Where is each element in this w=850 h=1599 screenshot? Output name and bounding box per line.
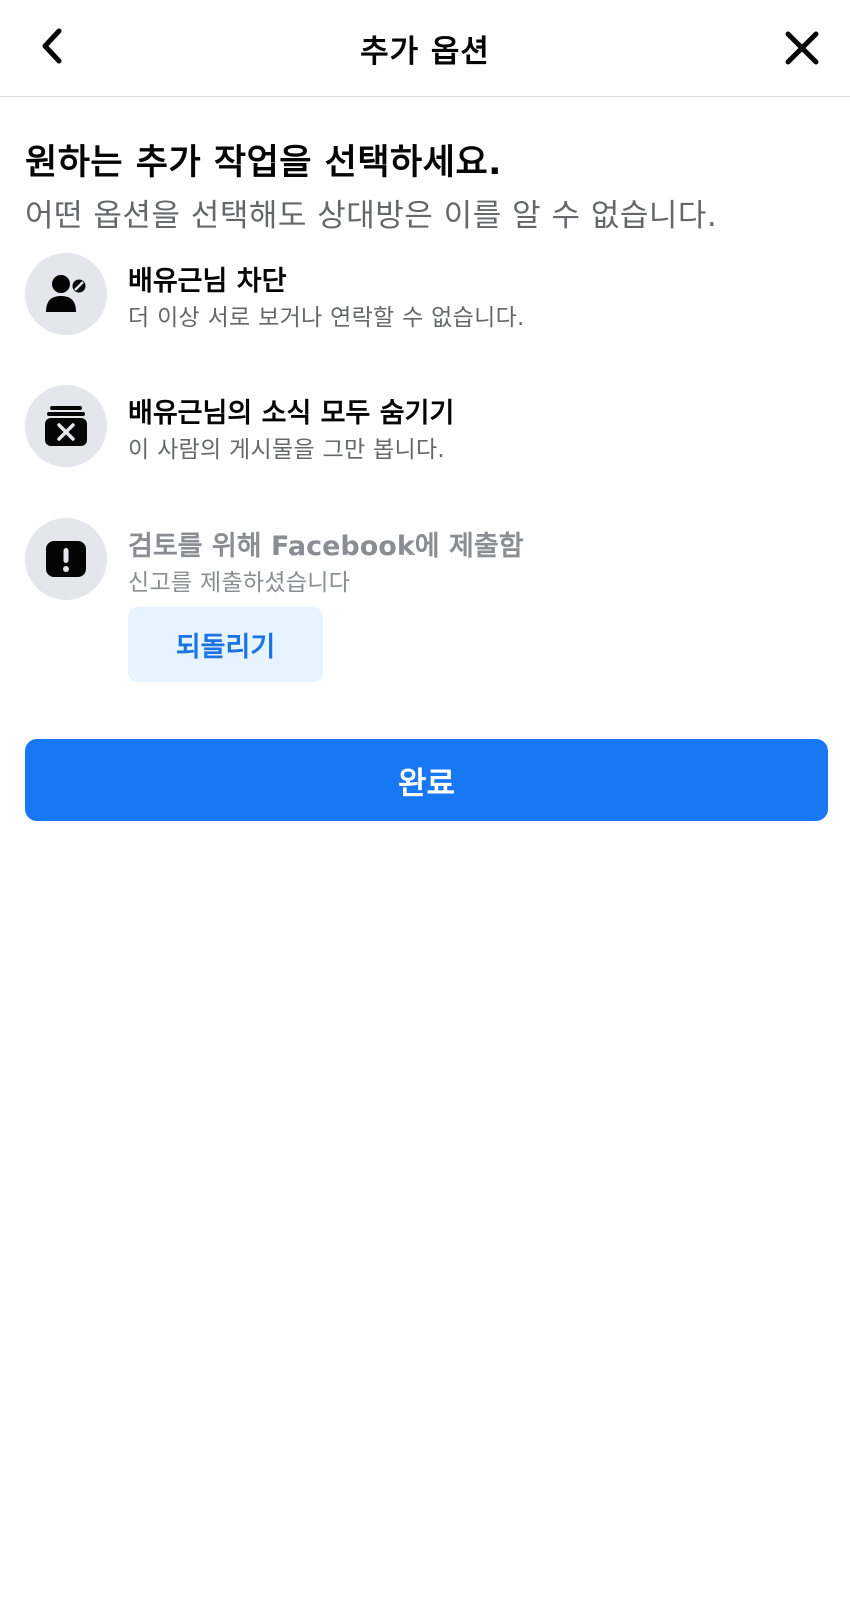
option-icon-container: [25, 518, 107, 600]
top-bar: 추가 옵션: [0, 0, 850, 97]
close-icon: [785, 31, 819, 65]
done-button[interactable]: 완료: [25, 739, 828, 821]
user-block-icon: [46, 275, 88, 312]
option-block-user[interactable]: 배유근님 차단 더 이상 서로 보거나 연락할 수 없습니다.: [0, 253, 850, 335]
option-title: 배유근님의 소식 모두 숨기기: [128, 398, 455, 429]
section-subheading: 어떤 옵션을 선택해도 상대방은 이를 알 수 없습니다.: [25, 198, 718, 234]
option-title: 배유근님 차단: [128, 266, 287, 297]
report-icon: [46, 541, 86, 577]
option-icon-container: [25, 253, 107, 335]
section-heading: 원하는 추가 작업을 선택하세요.: [25, 143, 502, 183]
option-hide-all-posts[interactable]: 배유근님의 소식 모두 숨기기 이 사람의 게시물을 그만 봅니다.: [0, 385, 850, 467]
option-report-submitted: 검토를 위해 Facebook에 제출함 신고를 제출하셨습니다: [0, 518, 850, 600]
page-title: 추가 옵션: [360, 34, 490, 70]
close-button[interactable]: [780, 26, 824, 70]
option-description: 이 사람의 게시물을 그만 봅니다.: [128, 437, 446, 463]
undo-button[interactable]: 되돌리기: [128, 607, 323, 682]
option-icon-container: [25, 385, 107, 467]
option-description: 신고를 제출하셨습니다: [128, 570, 351, 596]
option-description: 더 이상 서로 보거나 연락할 수 없습니다.: [128, 305, 525, 331]
option-title: 검토를 위해 Facebook에 제출함: [128, 531, 524, 562]
hide-posts-icon: [45, 406, 87, 446]
